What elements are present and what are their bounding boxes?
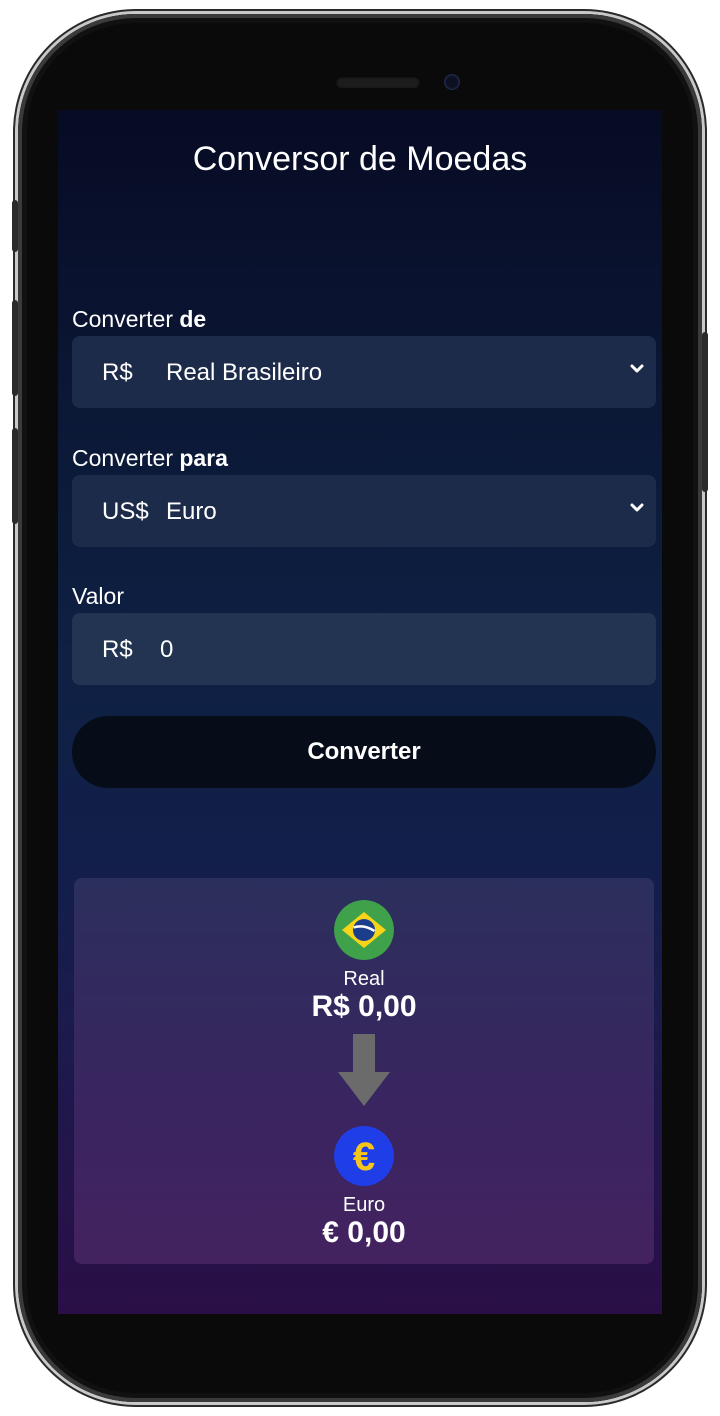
euro-glyph: € — [353, 1135, 375, 1179]
convert-button[interactable]: Converter — [72, 716, 656, 788]
power-button — [702, 332, 708, 492]
chevron-down-icon — [630, 503, 644, 512]
to-label-bold: para — [179, 445, 228, 471]
speaker-grille — [336, 76, 420, 88]
source-currency-value: R$ 0,00 — [311, 990, 417, 1023]
from-currency-symbol: R$ — [102, 359, 133, 386]
target-currency-value: € 0,00 — [322, 1216, 406, 1249]
source-currency-name: Real — [343, 968, 385, 990]
to-currency-name: Euro — [166, 498, 217, 525]
volume-down-button — [12, 428, 18, 524]
from-label-prefix: Converter — [72, 306, 180, 332]
page-title: Conversor de Moedas — [192, 140, 528, 178]
chevron-down-icon — [630, 364, 644, 373]
app-screen: Conversor de Moedas Converter de R$ Real… — [58, 110, 662, 1314]
brazil-flag-icon — [334, 900, 394, 960]
to-label: Converter para — [72, 445, 228, 472]
amount-currency-symbol: R$ — [102, 636, 133, 663]
mute-switch — [12, 200, 18, 252]
amount-label: Valor — [72, 583, 124, 609]
from-label-bold: de — [179, 306, 207, 332]
euro-icon: € — [334, 1126, 394, 1186]
to-currency-select[interactable]: US$ Euro — [72, 475, 656, 547]
volume-up-button — [12, 300, 18, 396]
arrow-down-icon — [338, 1034, 390, 1106]
from-label: Converter de — [72, 306, 206, 333]
from-currency-name: Real Brasileiro — [166, 359, 323, 386]
front-camera — [444, 74, 460, 90]
from-currency-select[interactable]: R$ Real Brasileiro — [72, 336, 656, 408]
amount-value[interactable]: 0 — [160, 636, 173, 664]
result-card: Real R$ 0,00 € Euro € 0,00 — [74, 878, 654, 1264]
to-currency-symbol: US$ — [102, 498, 149, 525]
target-currency-name: Euro — [342, 1194, 386, 1216]
to-label-prefix: Converter — [72, 445, 180, 471]
amount-input[interactable]: R$ 0 — [72, 613, 656, 685]
